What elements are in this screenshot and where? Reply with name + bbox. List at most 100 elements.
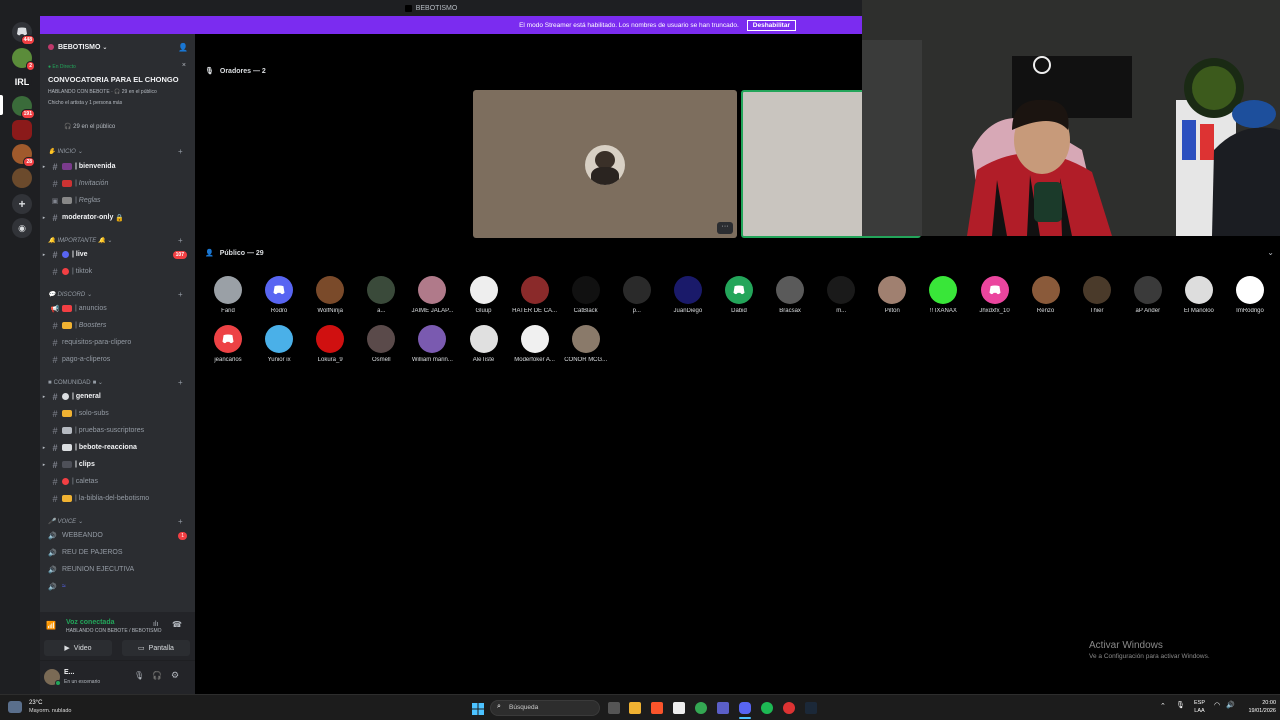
voice-channel-reunion[interactable]: 🔊 REUNION EJECUTIVA: [40, 562, 195, 577]
audience-member[interactable]: CatBlack: [566, 276, 606, 314]
add-server-icon[interactable]: +: [12, 194, 32, 214]
server-icon-4[interactable]: [12, 168, 32, 188]
server-icon-3[interactable]: 28: [12, 144, 35, 167]
noise-suppression-icon[interactable]: ılı: [153, 621, 158, 628]
task-view-icon[interactable]: [608, 702, 620, 714]
channel-tiktok[interactable]: # | tiktok: [40, 264, 195, 279]
gear-icon[interactable]: ⚙: [171, 670, 179, 681]
audience-member[interactable]: Thier: [1077, 276, 1117, 314]
channel-invitacion[interactable]: # | Invitación: [40, 176, 195, 191]
search-box[interactable]: ⌕ Búsqueda: [490, 700, 600, 716]
headphones-icon[interactable]: 🎧: [152, 671, 162, 680]
disconnect-icon[interactable]: ☎: [172, 620, 182, 629]
category-inicio[interactable]: ✋ INICIO ⌄ +: [48, 147, 183, 156]
live-stage-card[interactable]: ● En Directo × CONVOCATORIA PARA EL CHON…: [44, 60, 190, 140]
channel-caletas[interactable]: # | caletas: [40, 474, 195, 489]
screen-share-button[interactable]: ▭ Pantalla: [122, 640, 190, 656]
category-discord[interactable]: 💬 DISCORD ⌄ +: [48, 290, 183, 299]
server-icon-2[interactable]: 191: [12, 96, 35, 119]
voice-channel-reu[interactable]: 🔊 REU DE PAJEROS: [40, 545, 195, 560]
audience-member[interactable]: Dabid: [719, 276, 759, 314]
channel-clips[interactable]: ▸ # | clips: [40, 457, 195, 472]
audience-member[interactable]: p...: [617, 276, 657, 314]
channel-anuncios[interactable]: 📢 | anuncios: [40, 301, 195, 316]
audience-member[interactable]: HATER DE CA...: [512, 276, 557, 314]
video-button[interactable]: ▶ Video: [44, 640, 112, 656]
audience-member[interactable]: Renzo: [1026, 276, 1066, 314]
audience-member[interactable]: ImRodrigo: [1230, 276, 1270, 314]
calendar-icon[interactable]: [673, 702, 685, 714]
channel-pruebas[interactable]: # | pruebas-suscriptores: [40, 423, 195, 438]
channel-solo-subs[interactable]: # | solo-subs: [40, 406, 195, 421]
channel-bebote-reacciona[interactable]: ▸ # | bebote-reacciona: [40, 440, 195, 455]
audience-member[interactable]: AleTiste: [464, 325, 504, 363]
audience-member[interactable]: Jhxdxfx_10: [975, 276, 1015, 314]
audience-member[interactable]: Bracsax: [770, 276, 810, 314]
chrome-icon[interactable]: [695, 702, 707, 714]
server-icon-bebotismo[interactable]: [12, 120, 32, 140]
channel-general[interactable]: ▸ # | general: [40, 389, 195, 404]
language-indicator[interactable]: ESP LAA: [1194, 699, 1205, 715]
audience-member[interactable]: Lokura_9: [310, 325, 350, 363]
voice-channel-webeando[interactable]: 🔊 WEBEANDO 1: [40, 528, 195, 543]
category-comunidad[interactable]: ■ COMUNIDAD ■ ⌄ +: [48, 378, 183, 387]
channel-reglas[interactable]: ▣ | Reglas: [40, 193, 195, 208]
invite-people-icon[interactable]: 👤: [178, 43, 188, 52]
audience-member[interactable]: Osmell: [361, 325, 401, 363]
more-options-icon[interactable]: ···: [717, 222, 733, 234]
channel-boosters[interactable]: # | Boosters: [40, 318, 195, 333]
channel-live[interactable]: ▸ # | live 107: [40, 247, 195, 262]
audience-member[interactable]: m...: [821, 276, 861, 314]
audience-member[interactable]: a...: [361, 276, 401, 314]
audience-member[interactable]: JAIME JALAP...: [411, 276, 453, 314]
channel-biblia[interactable]: # | la-biblia-del-bebotismo: [40, 491, 195, 506]
add-channel-icon[interactable]: +: [178, 147, 183, 156]
explore-icon[interactable]: ◉: [12, 218, 32, 238]
voice-location[interactable]: HABLANDO CON BEBOTE / BEBOTISMO: [66, 628, 162, 634]
speaker-tile-1[interactable]: ···: [473, 90, 737, 238]
disable-streamer-button[interactable]: Deshabilitar: [746, 19, 796, 31]
audience-member[interactable]: JuanDiego: [668, 276, 708, 314]
volume-icon[interactable]: 🔊: [1226, 701, 1235, 709]
file-explorer-icon[interactable]: [629, 702, 641, 714]
audience-member[interactable]: Rodro: [259, 276, 299, 314]
server-icon-1[interactable]: 2: [12, 48, 35, 71]
channel-moderator[interactable]: ▸ # moderator-only 🔒: [40, 210, 195, 225]
audience-member[interactable]: William marin...: [412, 325, 453, 363]
chevron-up-icon[interactable]: ⌃: [1160, 702, 1166, 710]
channel-pago[interactable]: # pago-a-cliperos: [40, 352, 195, 367]
discord-taskbar-icon[interactable]: [739, 702, 751, 714]
spotify-icon[interactable]: [761, 702, 773, 714]
steam-icon[interactable]: [805, 702, 817, 714]
close-icon[interactable]: ×: [182, 62, 186, 69]
home-button[interactable]: 448: [12, 22, 35, 45]
audience-member[interactable]: Farid: [208, 276, 248, 314]
category-voice[interactable]: 🎤 VOICE ⌄ +: [48, 517, 183, 526]
audience-member[interactable]: Gluup: [464, 276, 504, 314]
microphone-icon[interactable]: 🎙: [134, 671, 144, 680]
server-header[interactable]: BEBOTISMO ⌄ 👤: [48, 40, 188, 54]
audience-member[interactable]: Yunior ix: [259, 325, 299, 363]
category-importante[interactable]: 🔔 IMPORTANTE 🔔 ⌄ +: [48, 236, 183, 245]
channel-bienvenida[interactable]: ▸ # | bienvenida: [40, 159, 195, 174]
audience-member[interactable]: El Manoloo: [1179, 276, 1219, 314]
channel-requisitos[interactable]: # requisitos-para-clipero: [40, 335, 195, 350]
app-icon-red[interactable]: [783, 702, 795, 714]
teams-icon[interactable]: [717, 702, 729, 714]
server-icon-irl[interactable]: IRL: [12, 72, 32, 92]
audience-member[interactable]: WolfNinja: [310, 276, 350, 314]
wifi-icon[interactable]: ◠: [1214, 701, 1220, 709]
clock[interactable]: 20:00 19/01/2026: [1244, 699, 1276, 715]
microphone-tray-icon[interactable]: 🎙: [1176, 701, 1185, 709]
audience-member[interactable]: jeancarlos: [208, 325, 248, 363]
voice-channel-unnamed[interactable]: 🔊 ≈: [40, 579, 195, 594]
audience-member[interactable]: CONOR MCG...: [564, 325, 607, 363]
windows-start-icon[interactable]: [472, 702, 484, 715]
brave-browser-icon[interactable]: [651, 702, 663, 714]
chevron-down-icon[interactable]: ⌄: [1267, 248, 1274, 257]
audience-member[interactable]: aP Ander: [1128, 276, 1168, 314]
weather-icon[interactable]: [8, 701, 22, 713]
audience-member[interactable]: !! IXANAX: [923, 276, 963, 314]
audience-member[interactable]: Pilton: [872, 276, 912, 314]
audience-member[interactable]: Moderfoker A...: [514, 325, 555, 363]
